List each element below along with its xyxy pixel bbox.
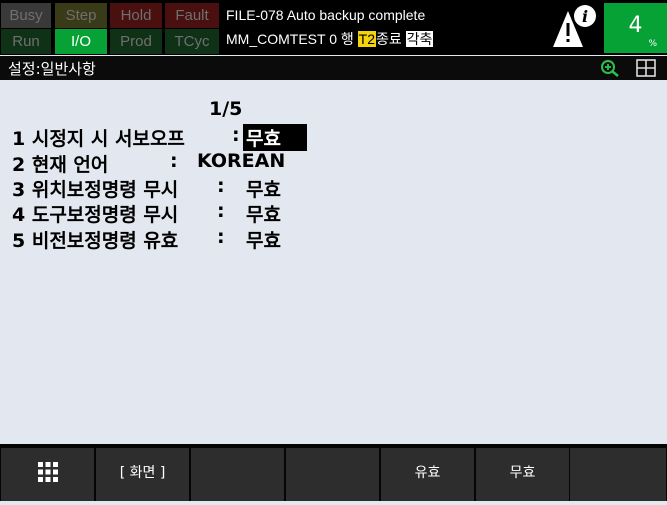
setting-value-selected[interactable]: 무효 [243, 124, 307, 151]
warning-info-icon[interactable]: i [551, 3, 599, 51]
status-prod: Prod [110, 29, 162, 54]
status-run: Run [1, 29, 51, 54]
f4-enable-button[interactable]: 유효 [381, 448, 474, 501]
program-name: MM_COMTEST 0 행 [226, 31, 358, 47]
screen-title: 설정:일반사항 [8, 60, 96, 78]
split-window-icon[interactable] [635, 59, 657, 77]
t2-badge: T2 [357, 31, 376, 47]
next-button[interactable] [570, 448, 666, 501]
setting-value[interactable]: 무효 [243, 226, 284, 253]
setting-value[interactable]: KOREAN [194, 150, 288, 172]
setting-label: 3 위치보정명령 무시 [12, 179, 179, 201]
f5-disable-button[interactable]: 무효 [476, 448, 569, 501]
setting-value[interactable]: 무효 [243, 200, 284, 227]
menu-grid-button[interactable] [1, 448, 94, 501]
setting-colon: : [232, 124, 240, 146]
status-step: Step [55, 3, 107, 28]
f2-button[interactable] [191, 448, 284, 501]
setting-label: 4 도구보정명령 무시 [12, 204, 179, 226]
setting-label: 2 현재 언어 [12, 154, 109, 176]
grid-icon [37, 462, 58, 482]
coordinate-mode-badge: 각축 [405, 31, 434, 47]
program-state: 종료 [375, 31, 406, 47]
setting-colon: : [170, 150, 178, 172]
override-unit: % [648, 39, 657, 49]
status-tcyc: TCyc [165, 29, 219, 54]
setting-label: 5 비전보정명령 유효 [12, 230, 179, 252]
status-hold: Hold [110, 3, 162, 28]
setting-colon: : [217, 226, 225, 248]
status-io: I/O [55, 29, 107, 54]
svg-text:i: i [582, 7, 588, 26]
f1-screen-button[interactable]: [ 화면 ] [96, 448, 189, 501]
f3-button[interactable] [286, 448, 379, 501]
status-fault: Fault [165, 3, 219, 28]
status-busy: Busy [1, 3, 51, 28]
screen-title-bar: 설정:일반사항 [0, 56, 667, 80]
zoom-in-icon[interactable] [599, 59, 621, 77]
setting-colon: : [217, 175, 225, 197]
override-percent-box[interactable]: 4 % [604, 3, 667, 53]
settings-content: 1/5 1 시정지 시 서보오프 : 무효 2 현재 언어 : KOREAN 3… [0, 80, 667, 443]
program-status-line: MM_COMTEST 0 행 T2종료 각축 [226, 29, 434, 49]
setting-colon: : [217, 200, 225, 222]
alarm-message: FILE-078 Auto backup complete [226, 7, 426, 23]
setting-label: 1 시정지 시 서보오프 [12, 128, 185, 150]
setting-value[interactable]: 무효 [243, 175, 284, 202]
page-indicator: 1/5 [209, 98, 243, 120]
override-value: 4 [628, 13, 643, 38]
